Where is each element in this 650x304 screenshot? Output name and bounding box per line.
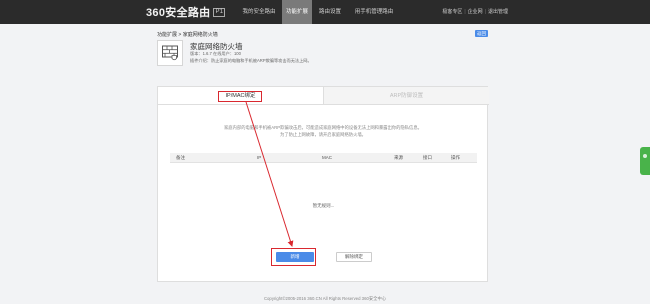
link-logout[interactable]: 退出管理 [488, 9, 508, 15]
nav-my-router[interactable]: 我的安全路由 [238, 0, 280, 24]
column-note: 备注 [176, 155, 185, 160]
nav-router-settings[interactable]: 路由设置 [315, 0, 345, 24]
column-action: 操作 [451, 155, 460, 160]
column-ip: IP [257, 155, 262, 160]
breadcrumb[interactable]: 功能扩展 > 家庭网络防火墙 [157, 31, 218, 38]
annotation-box-tab [218, 91, 262, 102]
column-mac: MAC [322, 155, 332, 160]
column-source: 来源 [394, 155, 403, 160]
feedback-side-widget[interactable] [640, 147, 650, 175]
top-links: 极客专区 | 企业网 | 退出管理 [442, 9, 508, 15]
footer-copyright: Copyright©2005-2016 360.CN All Rights Re… [263, 296, 387, 301]
intro-text-line-1: 家庭内部的电脑和手机被ARP欺骗攻击后，可能造成家庭网络中的设备无法上网和暴露出… [224, 125, 422, 130]
back-button[interactable]: 返回 [475, 30, 488, 37]
nav-feature-extension[interactable]: 功能扩展 [282, 0, 312, 24]
nav-mobile-management[interactable]: 用手机管理路由 [349, 0, 399, 24]
app-meta: 版本：1.6.7 在线用户：100 [190, 51, 241, 56]
annotation-box-add-button [271, 248, 316, 266]
app-header: 家庭网络防火墙 版本：1.6.7 在线用户：100 插件介绍：防止家庭的电脑和手… [157, 40, 489, 74]
tab-arp-defense[interactable]: ARP防御设置 [323, 87, 489, 105]
logo-badge: P1 [213, 7, 226, 17]
app-description: 插件介绍：防止家庭的电脑和手机被ARP欺骗等攻击而无法上网。 [190, 58, 312, 63]
link-enterprise[interactable]: 企业网 [468, 9, 483, 15]
router-logo[interactable]: 360安全路由 P1 [146, 5, 226, 19]
link-geek-zone[interactable]: 极客专区 [442, 9, 462, 15]
table-header: 备注 IP MAC 来源 接口 操作 [170, 153, 477, 163]
logo-text: 360安全路由 [146, 7, 211, 19]
intro-text-line-2: 为了防止上网故障，请开启家庭网络防火墙。 [280, 132, 366, 137]
main-panel: IP/MAC绑定 ARP防御设置 家庭内部的电脑和手机被ARP欺骗攻击后，可能造… [157, 86, 489, 282]
column-interface: 接口 [423, 155, 432, 160]
unbind-button[interactable]: 解除绑定 [336, 252, 372, 262]
top-navigation-bar: 360安全路由 P1 我的安全路由 功能扩展 路由设置 用手机管理路由 极客专区… [0, 0, 650, 24]
empty-table-message: 暂无规则... [312, 203, 335, 208]
firewall-icon [157, 40, 183, 66]
